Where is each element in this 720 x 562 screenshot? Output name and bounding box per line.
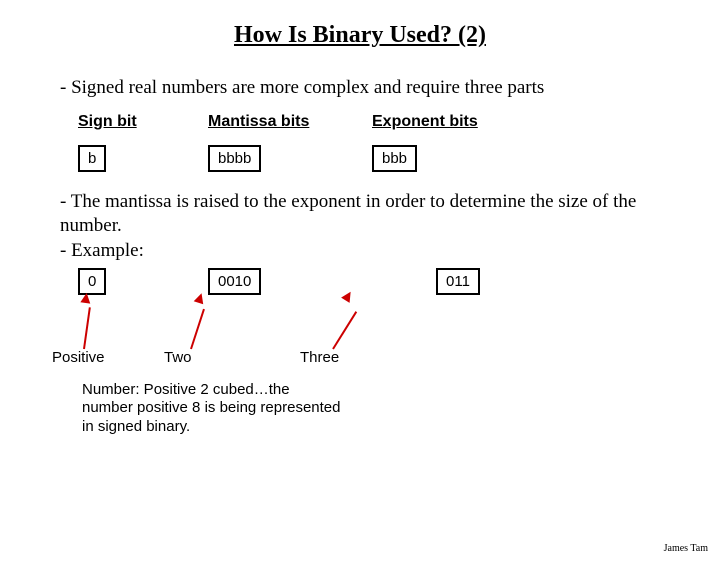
bullet-example: - Example: bbox=[60, 240, 720, 262]
example-row: 0 0010 011 bbox=[78, 268, 720, 295]
label-three: Three bbox=[300, 349, 339, 366]
bullet-intro: - Signed real numbers are more complex a… bbox=[60, 77, 720, 99]
example-sign-box: 0 bbox=[78, 268, 106, 295]
header-exponent-bits: Exponent bits bbox=[372, 113, 552, 131]
arrow-line-two bbox=[190, 308, 205, 349]
header-mantissa-bits: Mantissa bits bbox=[208, 113, 372, 131]
schema-mantissa-box: bbbb bbox=[208, 145, 261, 172]
arrow-head-positive bbox=[80, 292, 91, 303]
schema-exponent-box: bbb bbox=[372, 145, 417, 172]
arrow-line-three bbox=[332, 311, 357, 349]
conclusion-text: Number: Positive 2 cubed…the number posi… bbox=[82, 381, 342, 437]
schema-sign-box: b bbox=[78, 145, 106, 172]
arrow-labels-row: Positive Two Three bbox=[0, 349, 720, 371]
bullet-mantissa-raised: - The mantissa is raised to the exponent… bbox=[60, 190, 720, 238]
column-headers-row: Sign bit Mantissa bits Exponent bits bbox=[78, 113, 720, 131]
page-title: How Is Binary Used? (2) bbox=[0, 22, 720, 49]
arrow-line-positive bbox=[83, 307, 91, 349]
label-positive: Positive bbox=[52, 349, 105, 366]
arrows-region bbox=[0, 299, 720, 349]
footer-author: James Tam bbox=[664, 543, 708, 554]
schema-row: b bbbb bbb bbox=[78, 145, 720, 172]
label-two: Two bbox=[164, 349, 192, 366]
example-exponent-box: 011 bbox=[436, 268, 480, 295]
header-sign-bit: Sign bit bbox=[78, 113, 208, 131]
example-mantissa-box: 0010 bbox=[208, 268, 261, 295]
